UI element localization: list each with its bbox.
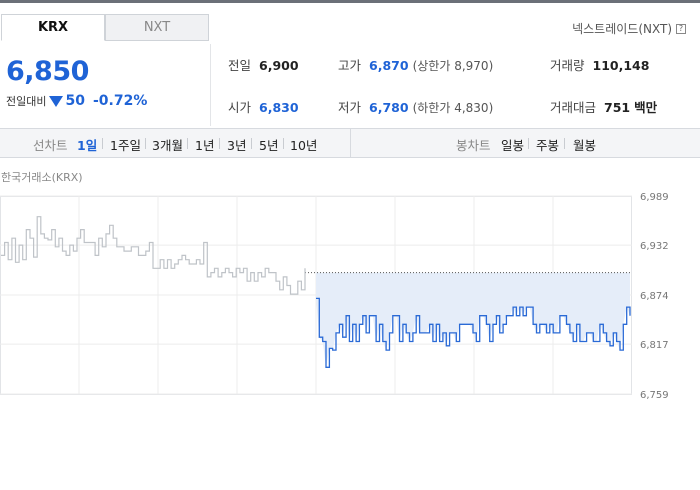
current-price: 6,850 bbox=[6, 56, 89, 87]
chart-caption: 한국거래소(KRX) bbox=[1, 171, 83, 184]
stat-label: 거래량 bbox=[550, 58, 585, 73]
stat-value: 110,148 bbox=[592, 58, 650, 73]
upper-limit-label: 상한가 bbox=[417, 59, 451, 73]
y-tick-label: 6,874 bbox=[640, 291, 669, 302]
separator bbox=[251, 138, 252, 149]
stat-amount: 거래대금 751 백만 bbox=[550, 97, 657, 116]
period-3m[interactable]: 3개월 bbox=[152, 135, 183, 154]
y-tick-label: 6,817 bbox=[640, 340, 669, 351]
stat-low: 저가 6,780 (하한가 4,830) bbox=[338, 97, 493, 116]
separator bbox=[102, 138, 103, 149]
period-10y[interactable]: 10년 bbox=[290, 135, 317, 154]
stat-prev-close: 전일 6,900 bbox=[228, 55, 299, 74]
stat-label: 저가 bbox=[338, 100, 362, 115]
period-1y[interactable]: 1년 bbox=[195, 135, 214, 154]
y-tick-label: 6,989 bbox=[640, 192, 669, 203]
candle-weekly[interactable]: 주봉 bbox=[536, 135, 559, 154]
separator bbox=[283, 138, 284, 149]
tab-nxt[interactable]: NXT bbox=[105, 14, 209, 41]
y-tick-label: 6,932 bbox=[640, 241, 669, 252]
nxt-link-label: 넥스트레이드(NXT) bbox=[572, 22, 672, 36]
stat-unit: 백만 bbox=[634, 100, 658, 115]
upper-limit: (상한가 8,970) bbox=[412, 59, 494, 73]
candle-daily[interactable]: 일봉 bbox=[501, 135, 524, 154]
stat-value: 6,870 bbox=[369, 58, 409, 73]
separator bbox=[145, 138, 146, 149]
candle-chart-label: 봉차트 bbox=[456, 138, 491, 153]
period-1w[interactable]: 1주일 bbox=[110, 135, 141, 154]
change-label: 전일대비 bbox=[6, 95, 47, 108]
down-triangle-icon bbox=[49, 95, 64, 107]
stat-value: 751 bbox=[604, 100, 631, 115]
nxt-info-link[interactable]: 넥스트레이드(NXT) ? bbox=[572, 20, 686, 37]
separator bbox=[564, 138, 565, 149]
stat-label: 전일 bbox=[228, 58, 252, 73]
stat-high: 고가 6,870 (상한가 8,970) bbox=[338, 55, 493, 74]
top-border bbox=[0, 0, 700, 3]
divider bbox=[350, 129, 351, 157]
stat-value: 6,780 bbox=[369, 100, 409, 115]
chart-period-bar: 선차트 1일 1주일 3개월 1년 3년 5년 10년 봉차트 일봉 주봉 월봉 bbox=[0, 128, 700, 158]
period-5y[interactable]: 5년 bbox=[259, 135, 278, 154]
period-1d[interactable]: 1일 bbox=[77, 135, 97, 154]
separator bbox=[528, 138, 529, 149]
candle-monthly[interactable]: 월봉 bbox=[573, 135, 596, 154]
separator bbox=[219, 138, 220, 149]
stat-label: 거래대금 bbox=[550, 100, 597, 115]
stat-volume: 거래량 110,148 bbox=[550, 55, 649, 74]
stat-label: 시가 bbox=[228, 100, 252, 115]
lower-limit: (하한가 4,830) bbox=[412, 101, 494, 115]
line-chart-label: 선차트 bbox=[33, 138, 68, 153]
stat-open: 시가 6,830 bbox=[228, 97, 299, 116]
stat-value: 6,830 bbox=[259, 100, 299, 115]
upper-limit-value: 8,970 bbox=[454, 59, 489, 73]
y-tick-label: 6,759 bbox=[640, 390, 669, 400]
stat-value: 6,900 bbox=[259, 58, 299, 73]
tab-krx[interactable]: KRX bbox=[1, 14, 105, 41]
help-icon[interactable]: ? bbox=[676, 23, 686, 34]
change-value: 50 bbox=[65, 93, 85, 109]
stat-label: 고가 bbox=[338, 58, 362, 73]
lower-limit-label: 하한가 bbox=[417, 101, 451, 115]
price-change: 전일대비 50 -0.72% bbox=[6, 93, 147, 109]
price-chart[interactable]: 6,989 6,932 6,874 6,817 6,759 bbox=[0, 185, 700, 400]
change-percent: -0.72% bbox=[92, 93, 148, 109]
lower-limit-value: 4,830 bbox=[454, 101, 489, 115]
period-3y[interactable]: 3년 bbox=[227, 135, 246, 154]
separator bbox=[187, 138, 188, 149]
divider bbox=[210, 44, 211, 126]
